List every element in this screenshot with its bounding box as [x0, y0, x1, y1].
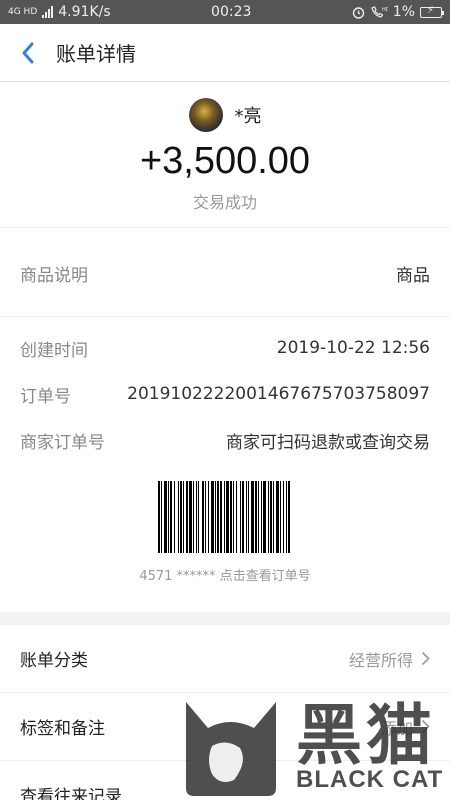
details-section: 创建时间 2019-10-22 12:56 订单号 20191022220014… [0, 317, 450, 612]
order-number-row: 订单号 20191022220014676757037580​97 [0, 371, 450, 417]
transaction-status: 交易成功 [192, 193, 257, 212]
payer: *亮 [0, 98, 450, 132]
clock: 00:23 [211, 4, 252, 20]
goods-section: 商品说明 商品 [0, 227, 450, 317]
status-bar: 4G HD 4.91K/s 00:23 HD 1% ⚡ [0, 0, 450, 24]
chevron-right-icon [421, 719, 430, 734]
goods-row: 商品说明 商品 [0, 228, 450, 318]
chevron-right-icon [421, 651, 430, 666]
barcode-area[interactable] [0, 481, 450, 553]
chevron-left-icon [22, 42, 34, 63]
barcode-hint[interactable]: 4571 ****** 点击查看订单号 [0, 565, 450, 584]
avatar[interactable] [188, 98, 223, 132]
svg-text:HD: HD [382, 7, 388, 13]
barcode[interactable] [157, 481, 293, 553]
payer-name: *亮 [234, 106, 262, 127]
signal-icon [42, 6, 54, 18]
category-item[interactable]: 账单分类 经营所得 [0, 625, 450, 693]
page-title: 账单详情 [56, 42, 136, 66]
battery-icon: ⚡ [420, 5, 444, 18]
tag-note-item[interactable]: 标签和备注 添加 [0, 693, 450, 761]
amount: +3,500.00 [139, 140, 311, 182]
order-number-label: 订单号 [20, 386, 71, 407]
history-item[interactable]: 查看往来记录 [0, 761, 450, 800]
nav-bar: 账单详情 [0, 24, 450, 82]
tag-note-value: 添加 [380, 718, 413, 738]
merchant-order-label: 商家订单号 [20, 432, 105, 453]
goods-label: 商品说明 [20, 265, 88, 286]
created-time-value: 2019-10-22 12:56 [276, 338, 430, 358]
back-button[interactable] [0, 24, 56, 82]
alarm-icon [352, 6, 364, 19]
created-time-row: 创建时间 2019-10-22 12:56 [0, 325, 450, 371]
battery-percent: 1% [392, 4, 415, 20]
bill-summary: *亮 +3,500.00 交易成功 [0, 82, 450, 227]
call-hd-icon: HD [371, 5, 388, 18]
category-label: 账单分类 [20, 651, 88, 671]
created-time-label: 创建时间 [20, 340, 88, 361]
bill-menu: 账单分类 经营所得 标签和备注 添加 查看往来记录 [0, 625, 450, 800]
goods-value: 商品 [396, 265, 430, 286]
network-speed: 4.91K/s [58, 4, 111, 20]
merchant-order-row: 商家订单号 商家可扫码退款或查询交易 [0, 417, 450, 463]
network-label: 4G HD [8, 6, 38, 17]
history-label: 查看往来记录 [20, 787, 122, 800]
order-number-value[interactable]: 20191022220014676757037580​97 [127, 384, 430, 404]
tag-note-label: 标签和备注 [20, 719, 105, 739]
merchant-order-value: 商家可扫码退款或查询交易 [226, 432, 430, 453]
category-value: 经营所得 [348, 650, 413, 670]
